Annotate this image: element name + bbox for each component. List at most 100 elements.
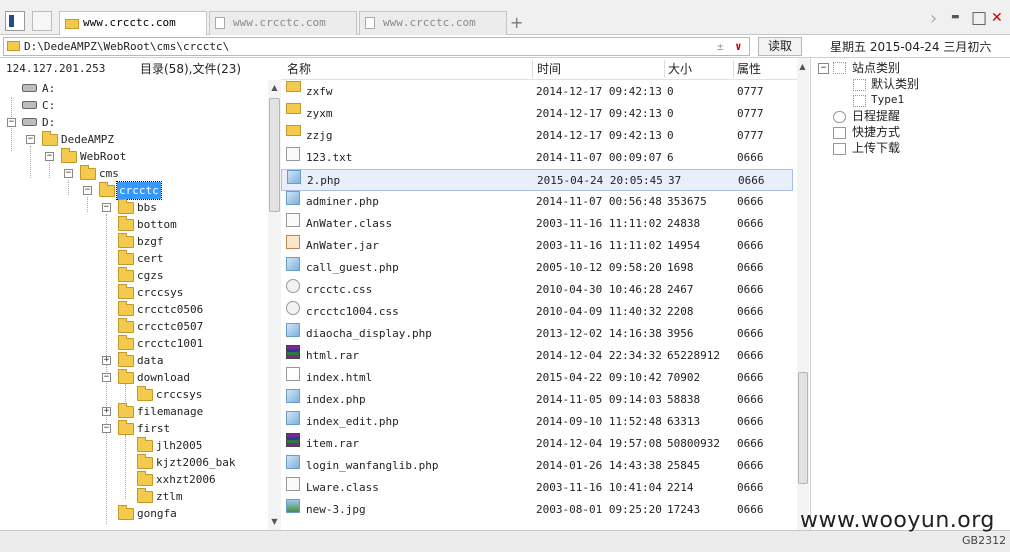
file-size: 1698 [667, 261, 694, 274]
rar-icon [286, 345, 300, 359]
folder-icon [42, 131, 58, 146]
folder-icon [118, 505, 134, 520]
file-time: 2005-10-12 09:58:20 [536, 261, 662, 274]
file-attr: 0777 [737, 85, 764, 98]
tree-scrollbar[interactable]: ▲ ▼ [268, 80, 281, 530]
file-row[interactable]: 2.php 2015-04-24 20:05:45 37 0666 [281, 169, 793, 191]
folder-icon [118, 420, 134, 435]
file-row[interactable]: item.rar 2014-12-04 19:57:08 50800932 0666 [281, 433, 793, 455]
file-attr: 0666 [737, 503, 764, 516]
file-row[interactable]: diaocha_display.php 2013-12-02 14:16:38 39… [281, 323, 793, 345]
col-time[interactable]: 时间 [537, 58, 561, 80]
folder-icon [118, 216, 134, 231]
php-icon [286, 455, 300, 469]
expand-toggle-icon[interactable]: − [64, 169, 73, 178]
file-attr: 0666 [737, 481, 764, 494]
tab-bar: www.crcctc.com www.crcctc.com www.crcctc… [0, 0, 1010, 36]
expand-toggle-icon[interactable]: − [7, 118, 16, 127]
reminder-icon [833, 111, 846, 123]
jar-icon [286, 235, 300, 249]
shortcut-icon [833, 127, 846, 139]
path-input[interactable]: D:\DedeAMPZ\WebRoot\cms\crcctc\ ± ∨ [3, 37, 750, 56]
file-row[interactable]: Lware.class 2003-11-16 10:41:04 2214 0666 [281, 477, 793, 499]
file-attr: 0666 [737, 261, 764, 274]
bookmark-toggle-icon[interactable]: ± [717, 38, 724, 55]
file-row[interactable]: new-3.jpg 2003-08-01 09:25:20 17243 0666 [281, 499, 793, 521]
file-row[interactable]: zzjg 2014-12-17 09:42:13 0 0777 [281, 125, 793, 147]
folder-icon [118, 199, 134, 214]
css-icon [286, 301, 300, 315]
expand-toggle-icon[interactable]: − [102, 373, 111, 382]
file-name: index.php [306, 393, 366, 406]
tab-3[interactable]: www.crcctc.com [359, 11, 507, 35]
maximize-button[interactable]: □ [971, 8, 987, 28]
file-list-scrollbar[interactable]: ▲ [797, 58, 809, 530]
file-row[interactable]: call_guest.php 2005-10-12 09:58:20 1698 066… [281, 257, 793, 279]
site-category-item[interactable]: 站点类别 [852, 60, 900, 76]
dir-file-count: 目录(58),文件(23) [140, 62, 242, 76]
file-attr: 0777 [737, 129, 764, 142]
file-size: 58838 [667, 393, 701, 406]
file-attr: 0666 [737, 415, 764, 428]
file-row[interactable]: AnWater.jar 2003-11-16 11:11:02 14954 0666 [281, 235, 793, 257]
upload-download-item[interactable]: 上传下载 [852, 140, 900, 156]
file-row[interactable]: crcctc.css 2010-04-30 10:46:28 2467 0666 [281, 279, 793, 301]
file-row[interactable]: 123.txt 2014-11-07 00:09:07 6 0666 [281, 147, 793, 169]
category-icon [833, 62, 846, 74]
expand-toggle-icon[interactable]: − [102, 203, 111, 212]
file-row[interactable]: zxfw 2014-12-17 09:42:13 0 0777 [281, 81, 793, 103]
file-row[interactable]: AnWater.class 2003-11-16 11:11:02 24838 066… [281, 213, 793, 235]
file-name: diaocha_display.php [306, 327, 432, 340]
file-row[interactable]: adminer.php 2014-11-07 00:56:48 353675 0666 [281, 191, 793, 213]
type1-item[interactable]: Type1 [871, 92, 904, 108]
expand-toggle-icon[interactable]: + [102, 356, 111, 365]
close-button[interactable]: ✕ [991, 10, 1003, 26]
read-button[interactable]: 读取 [758, 37, 802, 56]
scroll-down-icon[interactable]: ▼ [269, 517, 280, 526]
blank-page-icon[interactable] [32, 11, 52, 31]
file-scroll-thumb[interactable] [798, 372, 808, 484]
shortcut-item[interactable]: 快捷方式 [852, 124, 900, 140]
expand-toggle-icon[interactable]: − [26, 135, 35, 144]
col-attr[interactable]: 属性 [737, 58, 761, 80]
default-category-item[interactable]: 默认类别 [871, 76, 919, 92]
tab-scroll-arrow-icon[interactable]: › [930, 8, 937, 29]
jpg-icon [286, 499, 300, 513]
file-row[interactable]: index.php 2014-11-05 09:14:03 58838 0666 [281, 389, 793, 411]
file-row[interactable]: zyxm 2014-12-17 09:42:13 0 0777 [281, 103, 793, 125]
new-tab-button[interactable]: + [510, 13, 523, 32]
file-name: item.rar [306, 437, 359, 450]
expand-toggle-icon[interactable]: − [45, 152, 54, 161]
tree-scroll-thumb[interactable] [269, 98, 280, 212]
col-name[interactable]: 名称 [287, 58, 311, 80]
file-row[interactable]: html.rar 2014-12-04 22:34:32 65228912 0666 [281, 345, 793, 367]
file-name: zzjg [306, 129, 333, 142]
file-row[interactable]: index_edit.php 2014-09-10 11:52:48 63313 06… [281, 411, 793, 433]
tab-2[interactable]: www.crcctc.com [209, 11, 357, 35]
minimize-button[interactable]: ▬ [951, 12, 960, 22]
expand-toggle-icon[interactable]: + [102, 407, 111, 416]
file-row[interactable]: login_wanfanglib.php 2014-01-26 14:43:38 2… [281, 455, 793, 477]
dropdown-arrow-icon[interactable]: ∨ [735, 38, 742, 55]
directory-tree-pane: 124.127.201.253 目录(58),文件(23) A: C: − D:… [0, 58, 281, 530]
schedule-reminder-item[interactable]: 日程提醒 [852, 108, 900, 124]
col-size[interactable]: 大小 [668, 58, 692, 80]
panel-toggle-icon[interactable] [5, 11, 25, 31]
folder-icon [137, 471, 153, 486]
file-icon [286, 147, 300, 161]
file-name: AnWater.jar [306, 239, 379, 252]
scroll-up-icon[interactable]: ▲ [797, 62, 808, 71]
file-attr: 0666 [737, 151, 764, 164]
tree-header: 124.127.201.253 目录(58),文件(23) [0, 58, 281, 80]
collapse-toggle-icon[interactable]: − [818, 63, 829, 74]
tab-active[interactable]: www.crcctc.com [59, 11, 207, 36]
file-name: crcctc.css [306, 283, 373, 296]
file-row[interactable]: crcctc1004.css 2010-04-09 11:40:32 2208 066… [281, 301, 793, 323]
expand-toggle-icon[interactable]: − [102, 424, 111, 433]
path-text: D:\DedeAMPZ\WebRoot\cms\crcctc\ [24, 40, 230, 53]
file-time: 2014-11-07 00:56:48 [536, 195, 662, 208]
expand-toggle-icon[interactable]: − [83, 186, 92, 195]
file-row[interactable]: index.html 2015-04-22 09:10:42 70902 0666 [281, 367, 793, 389]
scroll-up-icon[interactable]: ▲ [269, 83, 280, 92]
file-attr: 0666 [737, 437, 764, 450]
